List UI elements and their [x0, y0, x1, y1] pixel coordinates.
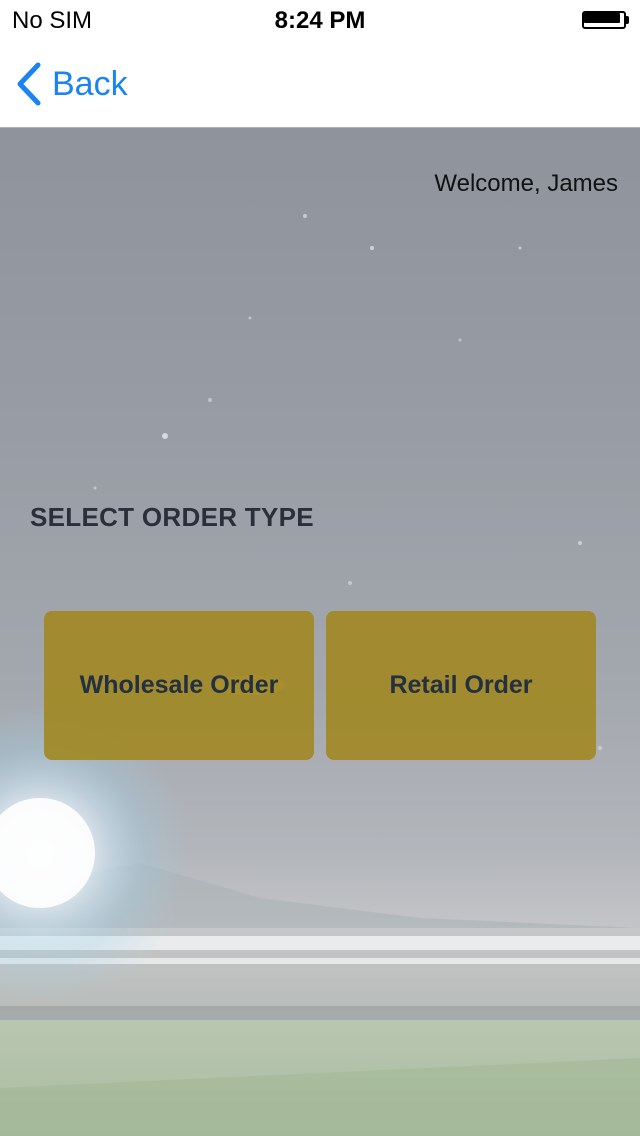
- retail-order-button[interactable]: Retail Order: [326, 611, 596, 760]
- clock: 8:24 PM: [274, 7, 366, 34]
- wholesale-order-button[interactable]: Wholesale Order: [44, 611, 314, 760]
- battery-tip: [626, 16, 629, 24]
- chevron-left-icon: [17, 62, 41, 106]
- back-label: Back: [52, 64, 128, 103]
- main-content: Welcome, James SELECT ORDER TYPE Wholesa…: [0, 128, 640, 1136]
- section-title: SELECT ORDER TYPE: [30, 502, 314, 532]
- retail-order-label: Retail Order: [389, 671, 533, 699]
- wholesale-order-label: Wholesale Order: [79, 671, 279, 699]
- battery-icon: [582, 11, 629, 29]
- battery-fill: [584, 13, 620, 23]
- back-button[interactable]: Back: [14, 60, 128, 108]
- screen: No SIM 8:24 PM Back Welcome, James SELEC…: [0, 0, 640, 1136]
- nav-bar: Back: [0, 40, 640, 128]
- status-bar: No SIM 8:24 PM: [0, 0, 640, 40]
- welcome-text: Welcome, James: [434, 170, 618, 197]
